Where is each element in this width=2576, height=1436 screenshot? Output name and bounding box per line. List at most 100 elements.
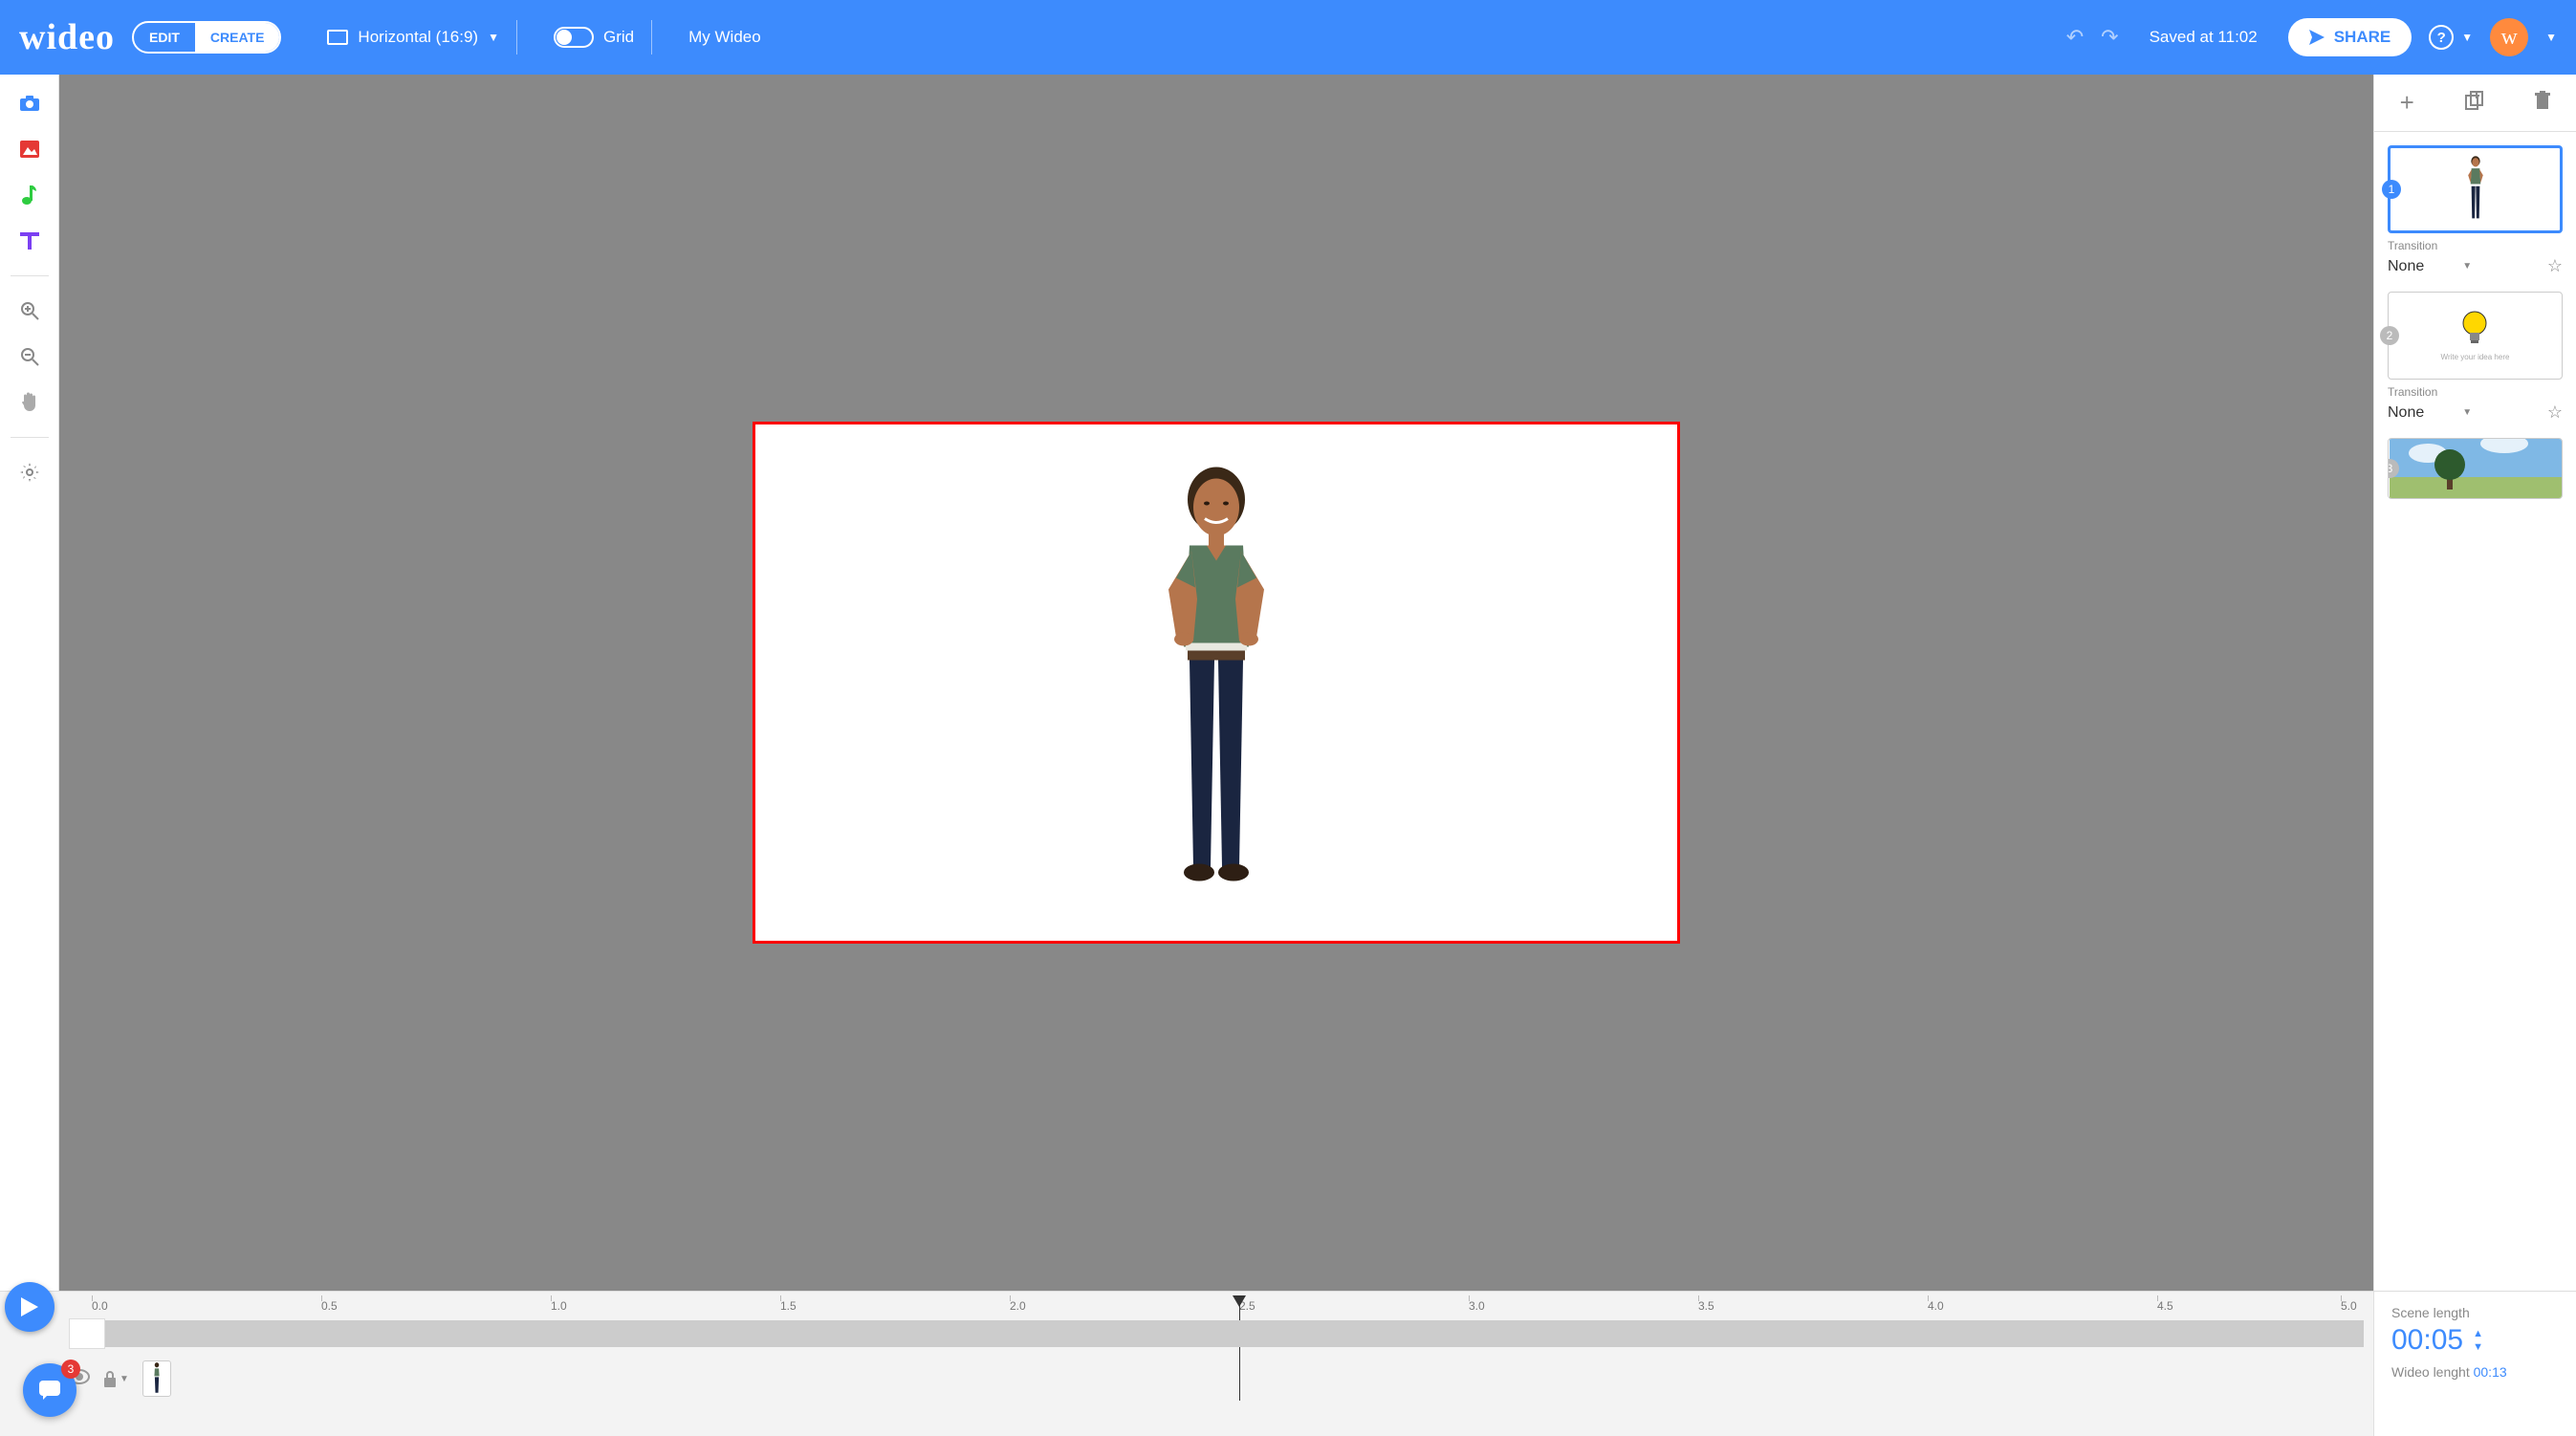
save-status: Saved at 11:02: [2150, 28, 2258, 47]
wideo-length-value: 00:13: [2474, 1364, 2507, 1380]
person-icon: [150, 1362, 164, 1395]
play-button[interactable]: [5, 1282, 55, 1332]
scene-length-panel: Scene length 00:05 ▲▼ Wideo lenght 00:13: [2373, 1292, 2576, 1436]
share-button[interactable]: SHARE: [2288, 18, 2412, 56]
lock-toggle[interactable]: ▼: [103, 1370, 129, 1387]
left-toolbar: [0, 75, 59, 1291]
chevron-down-icon: ▼: [120, 1374, 129, 1384]
duplicate-icon: [2465, 91, 2484, 110]
transition-dropdown[interactable]: None▼: [2388, 404, 2472, 422]
transition-dropdown[interactable]: None▼: [2388, 258, 2472, 275]
undo-button[interactable]: ↶: [2066, 25, 2084, 50]
canvas-viewport[interactable]: [59, 75, 2373, 1291]
tick: 2.0: [1010, 1299, 1026, 1313]
main-area: + 1 Transition None▼ ☆ 2 Write your idea: [0, 75, 2576, 1291]
grid-label: Grid: [603, 28, 634, 47]
scene-number: 1: [2382, 180, 2401, 199]
playhead[interactable]: [1239, 1295, 1240, 1401]
zoom-out-tool[interactable]: [18, 345, 41, 368]
tick: 4.0: [1928, 1299, 1944, 1313]
divider: [11, 275, 49, 276]
scene-number: 2: [2380, 326, 2399, 345]
layer-thumbnail[interactable]: [142, 1360, 171, 1397]
lightbulb-icon: [2460, 310, 2489, 348]
scene-length-value: 00:05: [2391, 1324, 2463, 1357]
tick: 5.0: [2341, 1299, 2357, 1313]
scene-thumbnail-2[interactable]: 2 Write your idea here: [2388, 292, 2563, 380]
aspect-ratio-icon: [327, 30, 348, 45]
zoom-in-icon: [20, 301, 39, 320]
canvas[interactable]: [753, 422, 1680, 944]
orientation-dropdown[interactable]: Horizontal (16:9) ▼: [327, 28, 499, 47]
chat-icon: [37, 1379, 62, 1402]
tick: 0.0: [92, 1299, 108, 1313]
chevron-down-icon[interactable]: ▼: [2461, 31, 2473, 44]
undo-redo-group: ↶ ↷: [2066, 25, 2119, 50]
grid-switch[interactable]: [554, 27, 594, 48]
character-object[interactable]: [1149, 466, 1283, 901]
redo-button[interactable]: ↷: [2101, 25, 2118, 50]
zoom-in-tool[interactable]: [18, 299, 41, 322]
favorite-button[interactable]: ☆: [2547, 256, 2563, 276]
tick: 1.0: [551, 1299, 567, 1313]
zoom-out-icon: [20, 347, 39, 366]
timeline-layers: ▼: [69, 1347, 2364, 1410]
tick: 3.0: [1469, 1299, 1485, 1313]
music-tool[interactable]: [18, 184, 41, 207]
edit-create-toggle[interactable]: EDIT CREATE: [132, 21, 281, 54]
project-title[interactable]: My Wideo: [688, 28, 761, 47]
scene-thumbnail-3[interactable]: 3: [2388, 438, 2563, 499]
timeline-main[interactable]: 0.0 0.5 1.0 1.5 2.0 2.5 3.0 3.5 4.0 4.5 …: [59, 1292, 2373, 1436]
image-tool[interactable]: [18, 138, 41, 161]
gear-icon: [20, 463, 39, 482]
send-icon: [2309, 30, 2325, 45]
text-icon: [20, 232, 39, 250]
chevron-down-icon[interactable]: ▼: [2545, 31, 2557, 44]
canvas-wrapper: [59, 75, 2373, 1291]
text-tool[interactable]: [18, 229, 41, 252]
divider: [516, 20, 517, 54]
chat-button[interactable]: 3: [23, 1363, 76, 1417]
edit-mode-button[interactable]: EDIT: [134, 23, 195, 52]
scene-actions: +: [2374, 75, 2576, 132]
delete-scene-button[interactable]: [2535, 91, 2550, 116]
trash-icon: [2535, 91, 2550, 110]
transition-label: Transition: [2388, 239, 2563, 252]
help-group: ? ▼: [2429, 25, 2473, 50]
app-header: wideo EDIT CREATE Horizontal (16:9) ▼ Gr…: [0, 0, 2576, 75]
settings-tool[interactable]: [18, 461, 41, 484]
transition-label: Transition: [2388, 385, 2563, 399]
decrease-button[interactable]: ▼: [2473, 1341, 2483, 1353]
grid-toggle[interactable]: Grid: [554, 27, 634, 48]
track-start-handle[interactable]: [69, 1318, 105, 1349]
increase-button[interactable]: ▲: [2473, 1328, 2483, 1339]
favorite-button[interactable]: ☆: [2547, 403, 2563, 423]
create-mode-button[interactable]: CREATE: [195, 23, 280, 52]
transition-row-1: Transition None▼ ☆: [2388, 239, 2563, 276]
scene-length-label: Scene length: [2391, 1305, 2559, 1320]
tick: 0.5: [321, 1299, 338, 1313]
lock-icon: [103, 1370, 117, 1387]
hand-tool[interactable]: [18, 391, 41, 414]
camera-icon: [19, 95, 40, 112]
image-icon: [20, 141, 39, 158]
scenes-panel: + 1 Transition None▼ ☆ 2 Write your idea: [2373, 75, 2576, 1291]
person-icon: [1149, 466, 1283, 896]
add-scene-button[interactable]: +: [2400, 88, 2414, 118]
duplicate-scene-button[interactable]: [2465, 91, 2484, 116]
timeline-track[interactable]: [69, 1320, 2364, 1347]
scene-length-stepper[interactable]: ▲▼: [2473, 1328, 2483, 1353]
tick: 1.5: [780, 1299, 797, 1313]
hand-icon: [20, 392, 39, 413]
play-icon: [21, 1297, 38, 1316]
divider: [11, 437, 49, 438]
help-button[interactable]: ?: [2429, 25, 2454, 50]
camera-tool[interactable]: [18, 92, 41, 115]
scene-thumbnail-1[interactable]: 1: [2388, 145, 2563, 233]
scenes-list[interactable]: 1 Transition None▼ ☆ 2 Write your idea h…: [2374, 132, 2576, 1291]
wideo-length: Wideo lenght 00:13: [2391, 1364, 2559, 1380]
chevron-down-icon: ▼: [488, 31, 499, 44]
timeline-ruler[interactable]: 0.0 0.5 1.0 1.5 2.0 2.5 3.0 3.5 4.0 4.5 …: [69, 1295, 2364, 1318]
chevron-down-icon: ▼: [2462, 407, 2472, 418]
user-avatar[interactable]: w: [2490, 18, 2528, 56]
